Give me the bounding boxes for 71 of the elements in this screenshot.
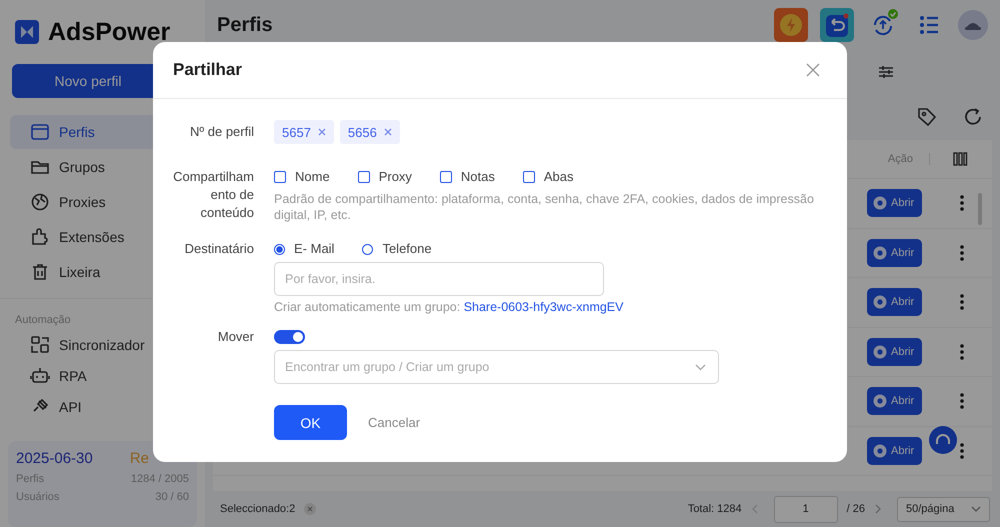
reply-app-icon[interactable] [820, 8, 854, 42]
stat-label: Usuários [16, 491, 60, 503]
globe-icon [30, 192, 50, 212]
page-size-select[interactable]: 50/página [897, 496, 990, 522]
section-title: Automação [14, 313, 72, 326]
open-button[interactable]: Abrir [867, 238, 922, 267]
open-button[interactable]: Abrir [867, 189, 922, 218]
field-label: Mover [216, 328, 254, 346]
remove-icon[interactable] [384, 128, 392, 136]
open-button[interactable]: Abrir [867, 436, 922, 465]
radio-button[interactable]: E- Mail [274, 240, 334, 258]
remove-icon[interactable] [318, 128, 326, 136]
group-name-link[interactable]: Share-0603-hfy3wc-xnmgEV [464, 300, 624, 314]
trash-icon [30, 262, 50, 282]
chevron-down-icon [695, 364, 706, 370]
tag-text: 5656 [348, 124, 377, 140]
browser-logo-icon [873, 444, 887, 458]
browser-logo-icon [873, 394, 887, 408]
more-icon[interactable] [960, 244, 964, 261]
sidebar-item[interactable]: Lixeira [10, 255, 195, 289]
open-button[interactable]: Abrir [867, 387, 922, 416]
selection-count: Seleccionado:2 [220, 503, 296, 515]
sidebar-item[interactable]: API [10, 392, 195, 423]
total-count: Total: 1284 [688, 503, 742, 515]
expiry-date: 2025-06-30 [16, 450, 93, 467]
browser-logo-icon [873, 295, 887, 310]
logo-icon [15, 20, 39, 44]
page-input[interactable]: 1 [774, 496, 838, 522]
sidebar-item[interactable]: Sincronizador [10, 329, 195, 360]
more-icon[interactable] [960, 442, 964, 459]
more-icon[interactable] [960, 393, 964, 410]
more-icon[interactable] [960, 195, 964, 212]
devices-icon [30, 334, 50, 355]
tag-text: 5657 [282, 124, 311, 140]
puzzle-icon [30, 227, 50, 247]
close-icon[interactable] [806, 63, 820, 77]
browser-logo-icon [873, 344, 887, 359]
avatar-icon[interactable] [958, 10, 988, 40]
support-icon[interactable] [929, 426, 957, 454]
page-title: Perfis [217, 14, 273, 36]
more-icon[interactable] [960, 294, 964, 310]
checkbox[interactable]: Nome [274, 168, 330, 186]
stat-value: 30 / 60 [155, 491, 189, 503]
column-header: Ação [888, 153, 930, 165]
open-button[interactable]: Abrir [867, 338, 922, 366]
tag-icon[interactable] [916, 106, 938, 128]
stat-value: 1284 / 2005 [130, 473, 189, 485]
open-button[interactable]: Abrir [867, 288, 922, 316]
page-count: / 26 [846, 503, 865, 515]
robot-icon [30, 366, 50, 386]
radio-button[interactable]: Telefone [362, 240, 432, 258]
more-icon[interactable] [960, 344, 964, 360]
field-label: Destinatário [184, 240, 254, 258]
cancel-button[interactable]: Cancelar [368, 415, 420, 430]
toggle-switch[interactable] [274, 330, 305, 344]
chevron-down-icon [971, 506, 981, 512]
clear-icon[interactable] [304, 503, 316, 515]
hint-text: Padrão de compartilhamento: plataforma, conta, senha, chave 2FA, cookies, dados de impressão digital, IP, etc. [274, 191, 815, 223]
columns-icon[interactable] [952, 151, 968, 167]
checkbox[interactable]: Abas [522, 168, 574, 186]
browser-logo-icon [873, 196, 887, 210]
ok-button[interactable]: OK [274, 405, 347, 440]
auto-group-note: Criar automaticamente um grupo: [274, 300, 460, 314]
checkbox[interactable]: Proxy [358, 168, 412, 186]
recipient-input[interactable]: Por favor, insira. [274, 262, 604, 296]
browser-icon [30, 122, 50, 142]
brand-name: AdsPower [48, 18, 170, 46]
stat-label: Perfis [16, 473, 44, 485]
browser-logo-icon [873, 246, 887, 260]
checkbox[interactable]: Notas [440, 168, 495, 186]
sidebar-item[interactable]: RPA [10, 360, 195, 392]
